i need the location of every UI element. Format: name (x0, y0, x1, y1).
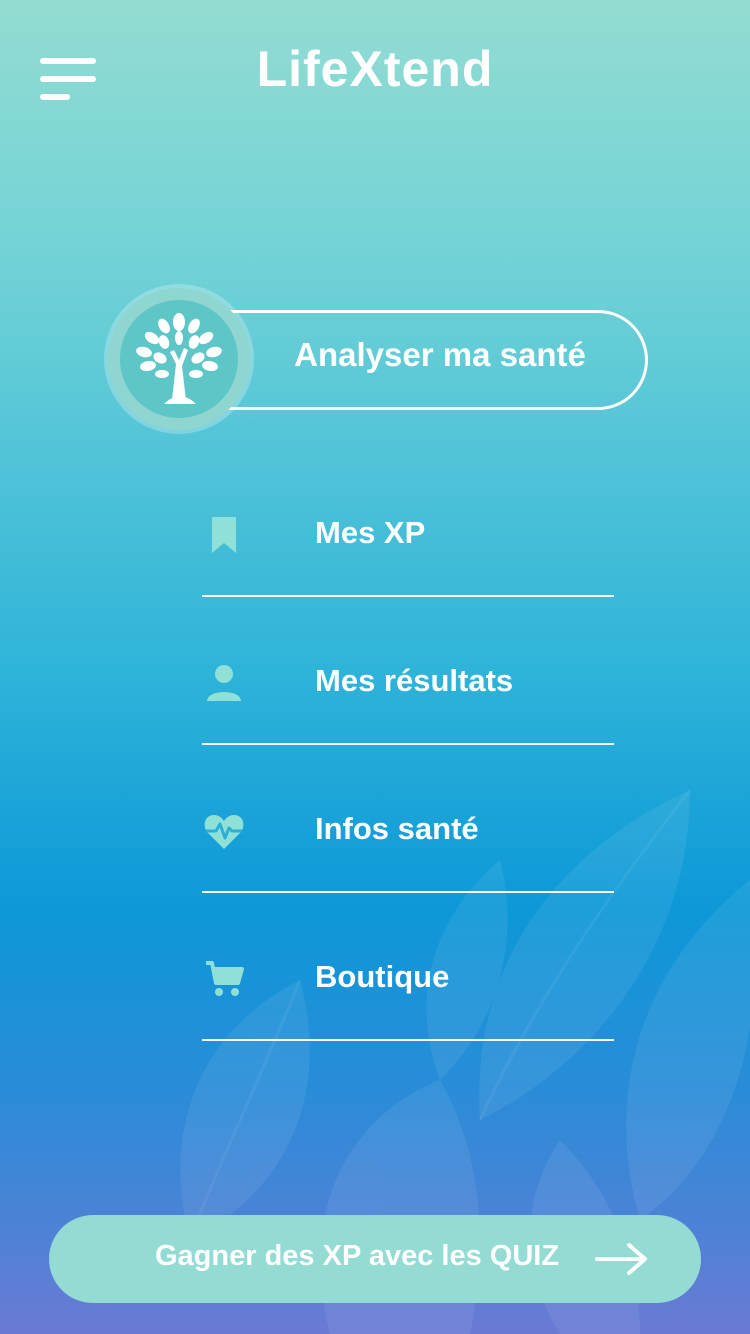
menu-item-mes-resultats[interactable]: Mes résultats (202, 625, 614, 745)
heart-pulse-icon (204, 815, 244, 849)
menu-item-boutique[interactable]: Boutique (202, 921, 614, 1041)
tree-badge[interactable] (108, 288, 250, 430)
menu-item-label: Boutique (315, 959, 450, 994)
menu-item-label: Mes résultats (315, 663, 514, 698)
arrow-right-icon (595, 1243, 647, 1275)
tree-icon (136, 313, 222, 404)
quiz-button-label: Gagner des XP avec les QUIZ (155, 1240, 560, 1272)
quiz-button[interactable]: Gagner des XP avec les QUIZ (49, 1215, 701, 1303)
cart-icon (206, 961, 244, 996)
app-title: LifeXtend (256, 41, 494, 97)
menu-item-mes-xp[interactable]: Mes XP (202, 477, 614, 597)
menu-item-label: Mes XP (315, 515, 426, 550)
menu-item-label: Infos santé (315, 811, 479, 846)
menu-item-infos-sante[interactable]: Infos santé (202, 773, 614, 893)
analyse-health-label: Analyser ma santé (294, 336, 586, 373)
user-icon (207, 665, 241, 701)
bookmark-icon (212, 517, 236, 553)
